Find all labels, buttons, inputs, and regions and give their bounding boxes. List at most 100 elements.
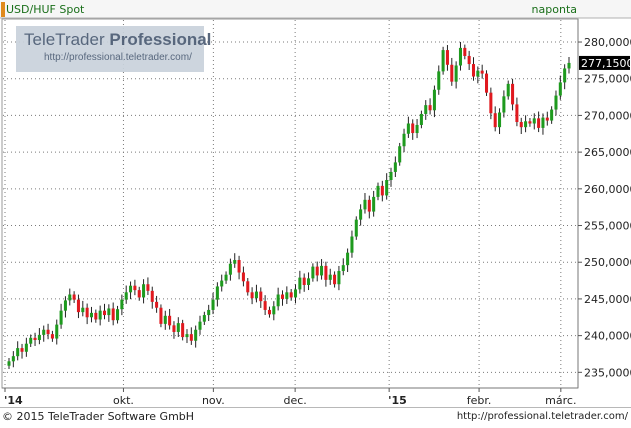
candle-up bbox=[372, 196, 376, 212]
logo-name-light: TeleTrader bbox=[24, 30, 105, 49]
candle-down bbox=[545, 117, 549, 121]
y-tick-label: 280,0000 bbox=[584, 36, 631, 49]
candle-down bbox=[102, 310, 107, 316]
candle-up bbox=[415, 124, 419, 134]
candle-up bbox=[142, 284, 146, 298]
candle-down bbox=[50, 334, 54, 339]
logo-url: http://professional.teletrader.com/ bbox=[44, 52, 192, 63]
x-tick-label: '14 bbox=[4, 394, 23, 407]
candle-down bbox=[315, 266, 319, 276]
y-tick-label: 270,0000 bbox=[584, 109, 631, 122]
candle-up bbox=[506, 83, 510, 97]
candle-down bbox=[537, 118, 541, 128]
y-tick-label: 235,0000 bbox=[584, 366, 631, 379]
candle-up bbox=[346, 252, 350, 266]
candle-down bbox=[411, 123, 415, 134]
candle-down bbox=[150, 290, 154, 302]
candle-down bbox=[155, 301, 159, 308]
candle-up bbox=[337, 271, 341, 285]
candle-down bbox=[168, 315, 172, 326]
logo-name-bold: Professional bbox=[109, 30, 212, 49]
candle-down bbox=[133, 285, 137, 291]
candle-down bbox=[259, 291, 263, 302]
candle-up bbox=[437, 71, 441, 90]
candle-down bbox=[237, 260, 241, 273]
candle-up bbox=[406, 123, 410, 134]
candle-down bbox=[471, 64, 476, 77]
footer: © 2015 TeleTrader Software GmbH http://p… bbox=[0, 407, 631, 428]
candle-down bbox=[324, 265, 328, 280]
candle-up bbox=[198, 321, 202, 330]
candle-down bbox=[241, 272, 245, 282]
candle-up bbox=[320, 265, 324, 276]
candle-down bbox=[263, 301, 267, 310]
candle-down bbox=[302, 277, 306, 285]
candle-down bbox=[367, 199, 371, 212]
candle-up bbox=[298, 277, 302, 290]
candle-down bbox=[489, 92, 493, 114]
candle-up bbox=[311, 266, 315, 279]
plot-area bbox=[1, 18, 579, 389]
candle-down bbox=[267, 309, 271, 315]
candle-down bbox=[189, 334, 193, 341]
x-tick-label: dec. bbox=[283, 394, 306, 407]
candle-up bbox=[532, 118, 536, 124]
copyright-text: © 2015 TeleTrader Software GmbH bbox=[2, 410, 195, 423]
candle-up bbox=[120, 299, 124, 310]
candle-up bbox=[276, 294, 280, 307]
y-tick-label: 265,0000 bbox=[584, 146, 631, 159]
y-tick-label: 245,0000 bbox=[584, 293, 631, 306]
candle-down bbox=[172, 325, 176, 332]
candle-up bbox=[454, 65, 458, 82]
candle-up bbox=[224, 274, 228, 281]
y-tick-label: 240,0000 bbox=[584, 330, 631, 343]
candle-up bbox=[393, 162, 397, 172]
candle-up bbox=[24, 343, 28, 352]
candle-down bbox=[76, 299, 80, 313]
x-axis-labels: '14 okt. nov. dec. '15 febr. márc. bbox=[4, 388, 576, 407]
candle-down bbox=[33, 337, 37, 341]
candle-up bbox=[502, 96, 506, 113]
x-tick-label: febr. bbox=[467, 394, 492, 407]
y-tick-label: 255,0000 bbox=[584, 220, 631, 233]
candle-up bbox=[285, 292, 289, 299]
y-tick-label: 275,0000 bbox=[584, 73, 631, 86]
interval-label[interactable]: naponta bbox=[532, 3, 577, 16]
candle-up bbox=[398, 146, 402, 163]
candle-up bbox=[194, 329, 198, 341]
candle-up bbox=[68, 294, 72, 301]
candle-up bbox=[554, 95, 558, 110]
x-tick-label: okt. bbox=[113, 394, 134, 407]
candle-down bbox=[333, 274, 337, 285]
candle-down bbox=[450, 64, 454, 82]
candle-down bbox=[515, 104, 519, 123]
candle-down bbox=[280, 294, 285, 299]
candle-up bbox=[541, 117, 545, 128]
candle-up bbox=[55, 324, 59, 339]
candle-up bbox=[89, 312, 93, 318]
last-price-marker: 277,1500 bbox=[579, 55, 631, 70]
candle-down bbox=[445, 50, 449, 65]
symbol-title[interactable]: USD/HUF Spot bbox=[6, 3, 85, 16]
last-price-label: 277,1500 bbox=[581, 57, 631, 70]
candle-up bbox=[211, 299, 215, 310]
candle-down bbox=[463, 47, 467, 56]
candle-up bbox=[328, 274, 332, 280]
candle-up bbox=[16, 348, 20, 357]
candle-down bbox=[250, 292, 254, 299]
candle-up bbox=[376, 185, 380, 197]
footer-url-link[interactable]: http://professional.teletrader.com/ bbox=[457, 411, 628, 422]
candle-up bbox=[7, 361, 11, 366]
candle-down bbox=[159, 307, 163, 324]
candle-up bbox=[272, 306, 276, 315]
candle-up bbox=[202, 315, 206, 322]
candle-down bbox=[519, 122, 523, 128]
candle-up bbox=[350, 236, 354, 253]
candle-up bbox=[385, 180, 389, 196]
candle-up bbox=[558, 82, 562, 96]
candle-up bbox=[441, 50, 445, 72]
candle-up bbox=[107, 308, 111, 316]
candle-up bbox=[176, 323, 180, 332]
candle-up bbox=[29, 337, 33, 344]
candle-up bbox=[185, 334, 189, 338]
